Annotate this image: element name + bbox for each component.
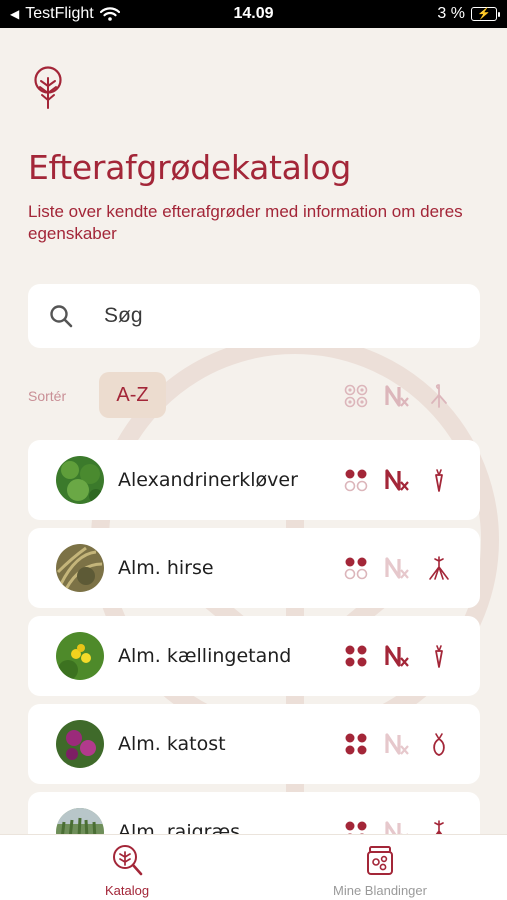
crop-name: Alm. katost [118, 733, 226, 755]
status-right: 3 % ⚡ [437, 5, 500, 23]
page-subtitle: Liste over kendte efterafgrøder med info… [28, 202, 463, 243]
bulb-root-icon [433, 733, 445, 756]
status-bar: ◀ TestFlight 14.09 3 % ⚡ [0, 0, 507, 28]
crop-name: Alexandriner­kløver [118, 469, 298, 491]
search-input[interactable] [104, 304, 464, 328]
app-logo-icon [34, 66, 62, 109]
nitrogen-fixing-icon [385, 645, 409, 667]
taproot-icon [435, 469, 443, 492]
search-bar[interactable] [28, 284, 480, 348]
tab-katalog[interactable]: Katalog [27, 843, 227, 898]
list-item[interactable]: Alm. katost [28, 704, 480, 784]
catalog-search-icon [113, 845, 143, 876]
nitrogen-none-icon [385, 733, 409, 755]
tab-katalog-label: Katalog [104, 883, 150, 898]
crop-photo [56, 720, 104, 768]
crop-name: Alm. rajgræs [118, 821, 241, 834]
nitrogen-none-icon [385, 821, 408, 834]
list-item[interactable]: Alexandriner­kløver [28, 440, 480, 520]
battery-percent: 3 % [437, 5, 465, 22]
sort-root-icon[interactable] [426, 383, 452, 409]
mixture-jar-icon [367, 846, 393, 875]
nitrogen-fixing-icon [385, 469, 409, 491]
sort-frost-icon[interactable] [343, 383, 369, 409]
frost-full-icon [345, 821, 367, 834]
frost-partial-icon [344, 557, 368, 580]
nitrogen-none-icon [385, 557, 409, 579]
sort-row: Sortér A-Z [28, 372, 480, 420]
clock: 14.09 [233, 5, 274, 22]
crop-list[interactable]: Alexandriner­kløver Alm. hirse [28, 440, 480, 834]
crop-photo [56, 808, 104, 834]
sort-nitrogen-icon[interactable] [384, 383, 410, 409]
sort-az-button[interactable]: A-Z [99, 372, 166, 418]
frost-full-icon [345, 645, 367, 667]
sort-label: Sortér [28, 388, 67, 404]
crop-name: Alm. hirse [118, 557, 214, 579]
list-item[interactable]: Alm. rajgræs [28, 792, 480, 834]
tab-bar: Katalog Mine Blandinger [0, 834, 507, 900]
fibrous-root-icon [434, 820, 444, 834]
taproot-icon [435, 645, 443, 668]
crop-photo [56, 544, 104, 592]
tab-mine-blandinger-label: Mine Blandinger [333, 883, 427, 898]
page-title: Efterafgrødekatalog [28, 148, 352, 187]
list-item[interactable]: Alm. kællingetand [28, 616, 480, 696]
crop-photo [56, 456, 104, 504]
frost-full-icon [345, 733, 367, 755]
crop-photo [56, 632, 104, 680]
frost-partial-icon [344, 469, 368, 492]
crop-name: Alm. kællingetand [118, 645, 292, 667]
fibrous-root-icon [429, 556, 449, 580]
list-item[interactable]: Alm. hirse [28, 528, 480, 608]
battery-charging-icon: ⚡ [471, 7, 500, 21]
search-icon [50, 305, 73, 328]
tab-mine-blandinger[interactable]: Mine Blandinger [280, 843, 480, 898]
